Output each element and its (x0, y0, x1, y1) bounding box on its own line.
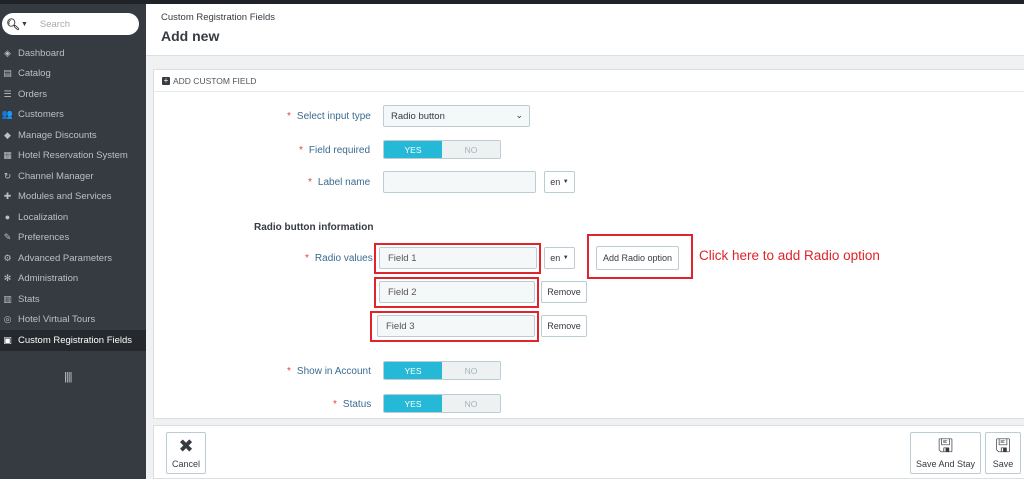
remove-button-3[interactable]: Remove (541, 315, 587, 337)
search-icon[interactable]: 🔍︎ (6, 18, 20, 31)
sidebar-item-dashboard[interactable]: ◈ Dashboard (0, 43, 146, 64)
close-icon: ✖ (178, 436, 194, 456)
status-label: * Status (333, 399, 372, 410)
show-in-account-no[interactable]: NO (442, 362, 500, 379)
search-input[interactable]: Search (40, 19, 70, 30)
show-in-account-label: * Show in Account (287, 366, 371, 377)
search-box[interactable]: 🔍︎ ▼ Search (2, 13, 139, 35)
radio-language-select[interactable]: en ▼ (544, 247, 575, 269)
status-yes[interactable]: YES (384, 395, 442, 412)
sidebar-item-administration[interactable]: ✻ Administration (0, 269, 146, 290)
orders-icon: ☰ (3, 88, 12, 99)
sidebar-item-label: Orders (18, 88, 48, 100)
sidebar-item-advanced-parameters[interactable]: ⚙ Advanced Parameters (0, 248, 146, 269)
highlight-box (374, 243, 541, 274)
puzzle-icon: ✚ (3, 191, 12, 202)
bar-chart-icon: ▥ (3, 293, 12, 304)
sidebar-item-label: Administration (18, 273, 79, 285)
save-button[interactable]: 🖫︎ Save (985, 432, 1021, 474)
page-title: Add new (161, 28, 220, 44)
field-required-yes[interactable]: YES (384, 141, 442, 158)
sidebar-item-label: Customers (18, 109, 64, 121)
sidebar-item-customers[interactable]: 👥 Customers (0, 105, 146, 126)
status-no[interactable]: NO (442, 395, 500, 412)
refresh-icon: ↻ (3, 170, 12, 181)
save-and-stay-button[interactable]: 🖫︎ Save And Stay (910, 432, 981, 474)
sidebar-item-label: Custom Registration Fields (18, 334, 133, 346)
sidebar-item-label: Dashboard (18, 47, 65, 59)
sidebar-item-hotel-virtual-tours[interactable]: ◎ Hotel Virtual Tours (0, 310, 146, 331)
show-in-account-yes[interactable]: YES (384, 362, 442, 379)
wrench-icon: ✎ (3, 232, 12, 243)
sidebar-item-manage-discounts[interactable]: ◆ Manage Discounts (0, 125, 146, 146)
form-footer (153, 425, 1024, 479)
input-type-label: * Select input type (287, 111, 371, 122)
globe-icon: ● (4, 212, 11, 223)
collapse-menu-icon[interactable]: |||| (64, 371, 73, 383)
customers-icon: 👥 (1, 109, 14, 120)
chevron-down-icon[interactable]: ▼ (21, 21, 28, 28)
sidebar-item-label: Channel Manager (18, 170, 94, 182)
building-icon: ▦ (3, 150, 12, 161)
sidebar-item-localization[interactable]: ● Localization (0, 207, 146, 228)
sidebar-item-modules-and-services[interactable]: ✚ Modules and Services (0, 187, 146, 208)
top-bar (146, 0, 1024, 4)
field-required-no[interactable]: NO (442, 141, 500, 158)
sidebar-item-channel-manager[interactable]: ↻ Channel Manager (0, 166, 146, 187)
sidebar-item-stats[interactable]: ▥ Stats (0, 289, 146, 310)
page-header: Custom Registration Fields Add new (146, 0, 1024, 56)
language-select[interactable]: en ▼ (544, 171, 575, 193)
sidebar-item-label: Hotel Reservation System (18, 150, 128, 162)
sidebar-item-label: Stats (18, 293, 40, 305)
sidebar: 🔍︎ ▼ Search ◈ Dashboard ▤ Catalog ☰ Orders 👥 Cu… (0, 0, 146, 479)
sidebar-item-orders[interactable]: ☰ Orders (0, 84, 146, 105)
sidebar-item-label: Advanced Parameters (18, 252, 112, 264)
sidebar-item-catalog[interactable]: ▤ Catalog (0, 64, 146, 85)
plus-square-icon: + (162, 75, 170, 85)
sidebar-menu: ◈ Dashboard ▤ Catalog ☰ Orders 👥 Customers ◆ Mana… (0, 43, 146, 351)
radio-values-label: * Radio values (305, 253, 373, 264)
sidebar-item-label: Catalog (18, 68, 51, 80)
gear-icon: ✻ (3, 273, 12, 284)
breadcrumb[interactable]: Custom Registration Fields (161, 12, 275, 23)
label-name-label: * Label name (308, 177, 371, 188)
field-required-toggle[interactable]: YES NO (383, 140, 501, 159)
input-type-select[interactable]: Radio button ⌄ (383, 105, 530, 127)
cancel-button[interactable]: ✖ Cancel (166, 432, 206, 474)
section-title: Radio button information (254, 222, 374, 233)
highlight-box (370, 311, 539, 342)
top-bar (0, 0, 146, 4)
field-required-label: * Field required (299, 145, 371, 156)
chevron-down-icon: ⌄ (515, 110, 523, 120)
catalog-icon: ▤ (3, 68, 12, 79)
panel-heading: + ADD CUSTOM FIELD (154, 70, 1024, 92)
sidebar-item-label: Modules and Services (18, 191, 112, 203)
panel-heading-label: ADD CUSTOM FIELD (173, 75, 257, 86)
sidebar-item-label: Localization (18, 211, 69, 223)
sidebar-item-preferences[interactable]: ✎ Preferences (0, 228, 146, 249)
save-icon: 🖫︎ (937, 436, 954, 456)
cogs-icon: ⚙ (3, 252, 12, 263)
show-in-account-toggle[interactable]: YES NO (383, 361, 501, 380)
dashboard-icon: ◈ (4, 47, 11, 58)
label-name-input[interactable] (383, 171, 536, 193)
remove-button-2[interactable]: Remove (541, 281, 587, 303)
save-icon: 🖫︎ (995, 436, 1011, 456)
sidebar-item-label: Hotel Virtual Tours (18, 314, 96, 326)
highlight-box (587, 234, 693, 279)
highlight-box (374, 277, 539, 308)
status-toggle[interactable]: YES NO (383, 394, 501, 413)
sidebar-item-custom-registration-fields[interactable]: ▣ Custom Registration Fields (0, 330, 146, 351)
tag-icon: ◆ (4, 129, 11, 140)
file-icon: ▣ (3, 334, 12, 345)
sidebar-item-label: Preferences (18, 232, 70, 244)
sidebar-item-hotel-reservation-system[interactable]: ▦ Hotel Reservation System (0, 146, 146, 167)
sidebar-item-label: Manage Discounts (18, 129, 97, 141)
annotation-text: Click here to add Radio option (699, 248, 880, 263)
compass-icon: ◎ (3, 314, 12, 325)
